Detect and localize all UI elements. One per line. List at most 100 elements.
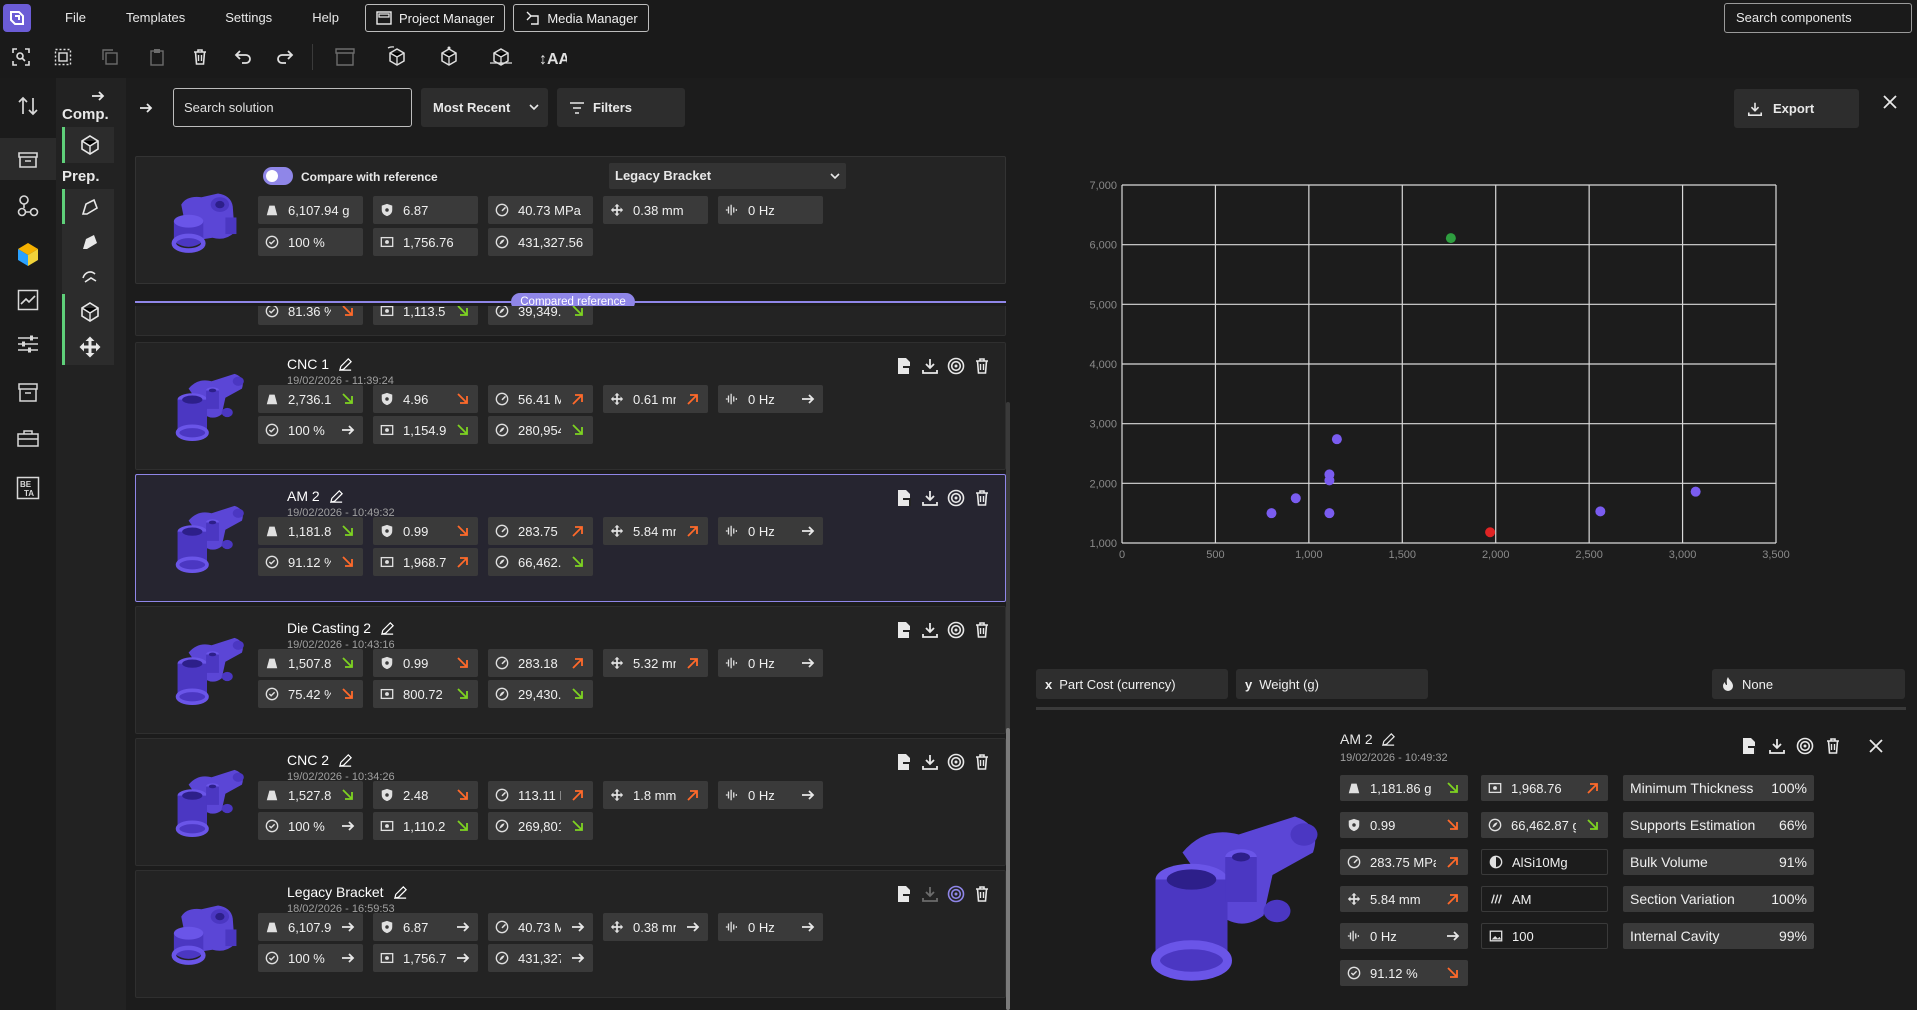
close-icon[interactable]	[1868, 738, 1884, 754]
attr-section-variation: Section Variation 100%	[1623, 886, 1814, 912]
x-axis-selector[interactable]: x Part Cost (currency)	[1036, 669, 1228, 699]
menu-settings[interactable]: Settings	[205, 0, 292, 36]
edit-pencil-icon[interactable]	[338, 357, 353, 372]
edit-pencil-icon[interactable]	[380, 621, 395, 636]
archive-icon[interactable]	[0, 138, 56, 180]
download-icon[interactable]	[921, 885, 939, 903]
paste-icon[interactable]	[136, 36, 178, 78]
undo-icon[interactable]	[222, 36, 264, 78]
compare-toggle[interactable]	[263, 167, 293, 185]
sort-select[interactable]: Most Recent	[421, 88, 548, 127]
target-icon[interactable]	[947, 753, 965, 771]
media-manager-button[interactable]: Media Manager	[513, 4, 649, 32]
rotate-part-icon[interactable]	[371, 36, 423, 78]
text-size-icon[interactable]: ↕AA	[527, 36, 579, 78]
toolbox-icon[interactable]	[12, 422, 44, 454]
data-point[interactable]	[1290, 493, 1301, 504]
select-all-icon[interactable]	[42, 36, 84, 78]
search-components-input[interactable]: Search components	[1724, 3, 1912, 33]
y-axis-selector[interactable]: y Weight (g)	[1236, 669, 1428, 699]
component-icon	[80, 135, 99, 155]
detail-actions	[1740, 737, 1884, 755]
report-icon[interactable]	[895, 885, 913, 903]
download-icon[interactable]	[921, 357, 939, 375]
trash-icon[interactable]	[973, 621, 991, 639]
trash-icon[interactable]	[973, 885, 991, 903]
expand-arrow-icon[interactable]	[90, 88, 106, 104]
menu-templates[interactable]: Templates	[106, 0, 205, 36]
data-point[interactable]	[1595, 506, 1606, 517]
trash-icon[interactable]	[973, 753, 991, 771]
beta-icon[interactable]: BE TA	[12, 472, 44, 504]
menu-help[interactable]: Help	[292, 0, 359, 36]
target-icon[interactable]	[1796, 737, 1814, 755]
edit-pencil-icon[interactable]	[1381, 732, 1396, 747]
upload-sort-icon[interactable]	[12, 90, 44, 122]
chart-line-icon[interactable]	[12, 284, 44, 316]
package-icon[interactable]	[319, 36, 371, 78]
box-icon[interactable]	[12, 376, 44, 408]
report-icon[interactable]	[1740, 737, 1758, 755]
trash-icon[interactable]	[1824, 737, 1842, 755]
close-icon[interactable]	[1882, 94, 1898, 110]
target-icon[interactable]	[947, 489, 965, 507]
download-icon[interactable]	[921, 621, 939, 639]
target-icon[interactable]	[947, 621, 965, 639]
edit-pencil-icon[interactable]	[329, 489, 344, 504]
prep-tool-4-button[interactable]	[62, 294, 114, 330]
report-icon[interactable]	[895, 357, 913, 375]
edit-pencil-icon[interactable]	[338, 753, 353, 768]
menu-file[interactable]: File	[45, 0, 106, 36]
delete-icon[interactable]	[178, 36, 222, 78]
color-cube-icon[interactable]	[12, 238, 44, 270]
data-point[interactable]	[1266, 508, 1277, 519]
target-icon[interactable]	[947, 885, 965, 903]
scrollbar-thumb[interactable]	[1006, 728, 1010, 1010]
sliders-icon[interactable]	[12, 328, 44, 360]
edit-pencil-icon[interactable]	[393, 885, 408, 900]
target-icon[interactable]	[947, 357, 965, 375]
prep-tool-1-button[interactable]	[62, 189, 114, 225]
solution-card-cnc-2[interactable]: CNC 2 19/02/2026 - 10:34:26 1,527.87 g 2…	[135, 738, 1006, 866]
report-icon[interactable]	[895, 621, 913, 639]
trash-icon[interactable]	[973, 357, 991, 375]
trash-icon[interactable]	[973, 489, 991, 507]
solution-card-die-casting-2[interactable]: Die Casting 2 19/02/2026 - 10:43:16 1,50…	[135, 606, 1006, 734]
filters-button[interactable]: Filters	[557, 88, 685, 127]
data-point[interactable]	[1324, 469, 1335, 480]
data-point[interactable]	[1324, 508, 1335, 519]
solution-card-partial[interactable]: 81.36 % 1,113.56 39,349.32 gC	[135, 306, 1006, 336]
download-icon[interactable]	[921, 489, 939, 507]
metric-score: 91.12 %	[258, 548, 363, 576]
data-point[interactable]	[1331, 434, 1342, 445]
network-icon[interactable]	[12, 190, 44, 222]
redo-icon[interactable]	[264, 36, 306, 78]
prep-tool-5-button[interactable]	[62, 329, 114, 365]
project-manager-button[interactable]: Project Manager	[364, 4, 506, 32]
component-tool-button[interactable]	[62, 127, 114, 163]
collapse-arrow-icon[interactable]	[138, 100, 154, 116]
solution-card-cnc-1[interactable]: CNC 1 19/02/2026 - 11:39:24 2,736.1 g 4.…	[135, 342, 1006, 470]
part-settings-icon[interactable]	[423, 36, 475, 78]
export-button[interactable]: Export	[1734, 89, 1859, 128]
detail-part-render[interactable]	[1115, 785, 1340, 1010]
download-icon[interactable]	[1768, 737, 1786, 755]
copy-icon[interactable]	[84, 36, 136, 78]
app-logo-icon[interactable]	[3, 4, 31, 32]
download-icon[interactable]	[921, 753, 939, 771]
reference-select[interactable]: Legacy Bracket	[609, 163, 846, 189]
solution-card-am-2[interactable]: AM 2 19/02/2026 - 10:49:32 1,181.86 g 0.…	[135, 474, 1006, 602]
report-icon[interactable]	[895, 753, 913, 771]
data-point[interactable]	[1485, 527, 1496, 538]
part-orient-icon[interactable]	[475, 36, 527, 78]
data-point[interactable]	[1445, 233, 1456, 244]
scatter-chart[interactable]: 0 500 1,000 1,500 2,000 2,500 3,000 3,500 1,000…	[1040, 165, 1890, 635]
search-solution-input[interactable]: Search solution	[173, 88, 412, 127]
prep-tool-2-button[interactable]	[62, 224, 114, 260]
solution-card-legacy-bracket[interactable]: Legacy Bracket 18/02/2026 - 16:59:53 6,1…	[135, 870, 1006, 998]
color-by-selector[interactable]: None	[1712, 669, 1905, 699]
prep-tool-3-button[interactable]	[62, 259, 114, 295]
focus-icon[interactable]	[0, 36, 42, 78]
data-point[interactable]	[1690, 486, 1701, 497]
report-icon[interactable]	[895, 489, 913, 507]
